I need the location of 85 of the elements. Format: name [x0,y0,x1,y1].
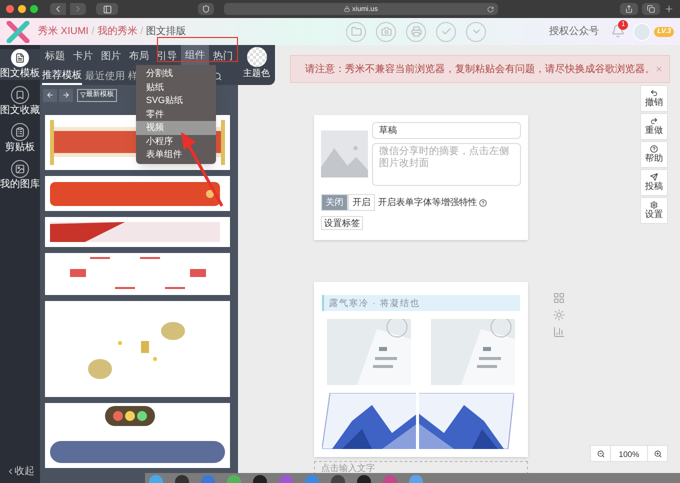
sub-tab[interactable]: 推荐模板 [42,67,82,85]
theme-color-swatch[interactable] [246,47,266,67]
close-window-button[interactable] [6,5,14,13]
camera-icon [380,26,392,37]
zoom-level: 100% [618,449,640,461]
breadcrumb-link[interactable]: 秀米 XIUMI [38,24,89,39]
category-tab[interactable]: 布局 [125,45,153,67]
logo-icon [6,20,30,42]
tool-button[interactable]: 投稿 [640,169,668,196]
breadcrumb-separator: / [92,25,94,39]
forward-button[interactable] [70,3,86,15]
toggle-note: 开启表单字体等增强特性 [378,196,477,209]
privacy-button[interactable] [198,3,214,15]
breadcrumb-link[interactable]: 图文排版 [146,24,186,39]
title-field[interactable]: 草稿 [372,122,521,139]
bar-chart-icon[interactable] [553,326,565,338]
check-button[interactable] [436,22,456,42]
theme-color-label: 主题色 [243,67,270,80]
share-button[interactable] [620,3,638,15]
tabs-button[interactable] [642,3,660,15]
summary-field[interactable]: 微信分享时的摘要，点击左侧图片改封面 [372,143,521,186]
category-tab[interactable]: 引导 [153,45,181,67]
tool-button[interactable]: 撤销 [640,85,668,112]
folder-icon [350,26,362,37]
dock-app-icon[interactable] [175,475,189,483]
check-icon [440,26,452,37]
sidebar-icon [102,4,112,14]
help-icon[interactable] [479,198,487,206]
tabs-icon [647,5,655,13]
bookmark-icon [15,90,25,100]
send-icon [650,173,658,181]
category-tab[interactable]: 图片 [97,45,125,67]
menu-item[interactable]: 零件 [136,108,216,121]
toggle-option[interactable]: 开启 [348,194,375,211]
menu-item[interactable]: 表单组件 [136,148,216,162]
sidebar-toggle-button[interactable] [96,3,118,15]
arrow-right-icon [62,91,70,99]
image-icon [15,164,25,174]
document-icon [15,53,25,63]
zoom-in-icon [654,450,662,458]
warning-text: 请注意：秀米不兼容当前浏览器，复制粘贴会有问题，请尽快换成谷歌浏览器。 [305,62,655,76]
sidebar-item[interactable]: 我的图库 [0,160,40,191]
share-icon [625,5,633,13]
authorize-link[interactable]: 授权公众号 [549,24,600,39]
dock-app-icon[interactable] [331,475,345,483]
category-tab[interactable]: 标题 [41,45,69,67]
category-tab[interactable]: 卡片 [69,45,97,67]
clipboard-icon [15,127,25,137]
category-tab[interactable]: 热门 [209,45,237,67]
lock-icon [344,6,350,12]
dock-app-icon[interactable] [357,475,371,483]
sidebar-item[interactable]: 剪贴板 [0,123,40,154]
next-button[interactable] [59,88,73,102]
help-icon [650,145,658,153]
printer-icon [410,26,422,37]
menu-item[interactable]: SVG贴纸 [136,94,216,108]
sub-tab[interactable]: 最近使用 [85,67,125,85]
sun-icon[interactable] [553,309,565,321]
redo-icon [650,117,658,125]
reload-icon[interactable] [487,6,494,12]
zoom-out-icon [596,450,604,458]
set-tags-button[interactable]: 设置标签 [321,216,363,230]
tool-button[interactable]: 重做 [640,113,668,140]
arrow-left-icon [46,91,54,99]
article-heading: 露气寒冷 · 将凝结也 [322,295,520,311]
maximize-window-button[interactable] [30,5,38,13]
collapse-button[interactable]: 收起 [6,464,34,479]
new-tab-icon[interactable] [664,4,674,14]
breadcrumb-separator: / [140,25,144,39]
sidebar-item[interactable]: 图文收藏 [0,86,40,117]
breadcrumb-link[interactable]: 我的秀米 [97,24,138,39]
sidebar-item[interactable]: 图文模板 [0,49,40,80]
tool-button[interactable]: 设置 [640,197,668,224]
dock-app-icon[interactable] [253,475,267,483]
menu-item[interactable]: 贴纸 [136,80,216,94]
grid-icon[interactable] [553,292,565,304]
previous-button[interactable] [43,88,57,102]
filter-icon [80,92,86,98]
settings-icon [650,201,658,209]
undo-icon [650,89,658,97]
tool-button[interactable]: 帮助 [640,141,668,168]
back-button[interactable] [50,3,66,15]
minimize-window-button[interactable] [18,5,26,13]
menu-item[interactable]: 分割线 [136,67,216,80]
shield-icon [202,5,210,13]
